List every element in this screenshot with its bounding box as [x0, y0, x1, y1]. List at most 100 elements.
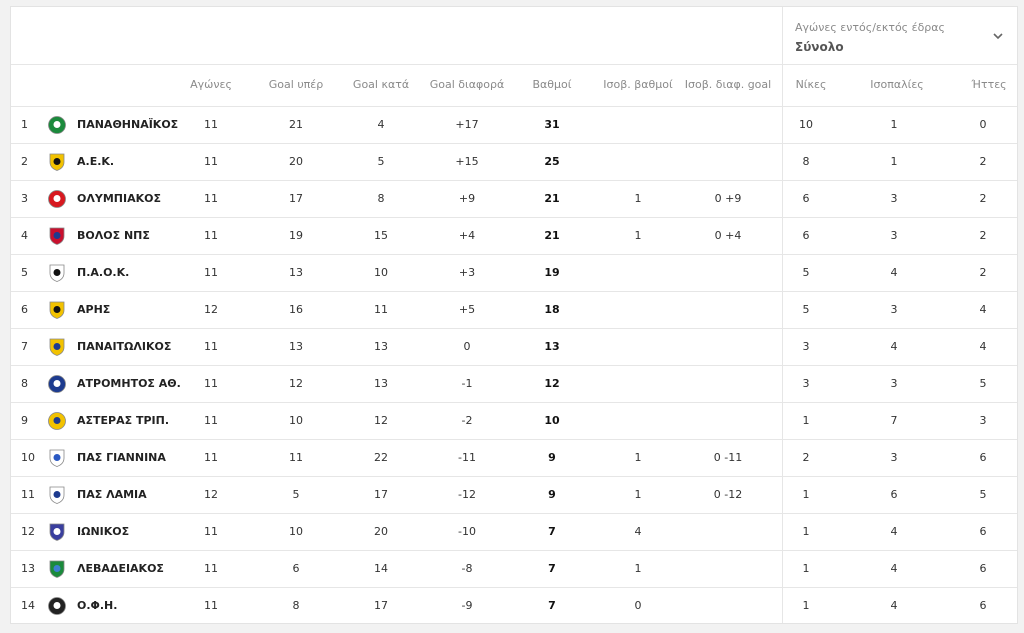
- home-away-filter[interactable]: Αγώνες εντός/εκτός έδρας Σύνολο: [795, 21, 1017, 61]
- cell-position: 12: [21, 525, 35, 538]
- table-row[interactable]: 1 ΠΑΝΑΘΗΝΑΪΚΟΣ 11 21 4 +17 31 10 1 0: [11, 107, 1017, 144]
- cell-goal-difference: +17: [455, 118, 479, 131]
- cell-position: 13: [21, 562, 35, 575]
- cell-position: 1: [21, 118, 28, 131]
- cell-h2h-points: 1: [634, 451, 642, 464]
- cell-losses: 2: [979, 229, 987, 242]
- table-row[interactable]: 9 ΑΣΤΕΡΑΣ ΤΡΙΠ. 11 10 12 -2 10 1 7 3: [11, 403, 1017, 440]
- cell-goal-difference: +9: [458, 192, 476, 205]
- cell-wins: 6: [802, 229, 810, 242]
- team-crest-icon: [49, 301, 65, 319]
- cell-goals-for: 10: [289, 414, 303, 427]
- cell-goals-against: 4: [377, 118, 385, 131]
- cell-goal-difference: 0: [463, 340, 471, 353]
- header-played[interactable]: Αγώνες: [190, 78, 232, 91]
- cell-wins: 3: [802, 377, 810, 390]
- cell-wins: 1: [802, 562, 810, 575]
- team-crest-icon: [49, 486, 65, 504]
- table-row[interactable]: 13 ΛΕΒΑΔΕΙΑΚΟΣ 11 6 14 -8 7 1 1 4 6: [11, 551, 1017, 588]
- cell-losses: 2: [979, 155, 987, 168]
- header-draws[interactable]: Ισοπαλίες: [870, 78, 923, 91]
- cell-team-name[interactable]: ΑΡΗΣ: [77, 292, 110, 327]
- cell-goals-for: 8: [292, 599, 300, 612]
- table-row[interactable]: 8 ΑΤΡΟΜΗΤΟΣ ΑΘ. 11 12 13 -1 12 3 3 5: [11, 366, 1017, 403]
- cell-team-name[interactable]: ΒΟΛΟΣ ΝΠΣ: [77, 218, 150, 253]
- cell-team-name[interactable]: ΛΕΒΑΔΕΙΑΚΟΣ: [77, 551, 164, 586]
- cell-draws: 3: [890, 377, 898, 390]
- cell-position: 4: [21, 229, 28, 242]
- table-row[interactable]: 14 Ο.Φ.Η. 11 8 17 -9 7 0 1 4 6: [11, 588, 1017, 623]
- cell-h2h-points: 1: [634, 562, 642, 575]
- header-h2h-points[interactable]: Ισοβ. βαθμοί: [603, 78, 672, 91]
- header-points[interactable]: Βαθμοί: [533, 78, 572, 91]
- team-crest-icon: [48, 190, 66, 208]
- cell-goals-for: 10: [289, 525, 303, 538]
- filter-label: Αγώνες εντός/εκτός έδρας: [795, 21, 945, 34]
- table-row[interactable]: 10 ΠΑΣ ΓΙΑΝΝΙΝΑ 11 11 22 -11 9 1 0 -11 2 3 6: [11, 440, 1017, 477]
- cell-team-name[interactable]: ΑΣΤΕΡΑΣ ΤΡΙΠ.: [77, 403, 169, 438]
- cell-goals-against: 12: [374, 414, 388, 427]
- cell-team-name[interactable]: ΙΩΝΙΚΟΣ: [77, 514, 129, 549]
- cell-team-name[interactable]: Π.Α.Ο.Κ.: [77, 255, 129, 290]
- cell-points: 9: [548, 488, 556, 501]
- cell-team-name[interactable]: Ο.Φ.Η.: [77, 588, 117, 623]
- cell-goal-difference: +15: [455, 155, 479, 168]
- cell-played: 11: [204, 377, 218, 390]
- cell-goal-difference: +3: [458, 266, 476, 279]
- cell-goal-difference: -9: [461, 599, 473, 612]
- cell-goals-against: 15: [374, 229, 388, 242]
- cell-played: 11: [204, 451, 218, 464]
- table-row[interactable]: 12 ΙΩΝΙΚΟΣ 11 10 20 -10 7 4 1 4 6: [11, 514, 1017, 551]
- cell-position: 9: [21, 414, 28, 427]
- cell-team-name[interactable]: ΠΑΝΑΘΗΝΑΪΚΟΣ: [77, 107, 178, 142]
- cell-team-name[interactable]: ΠΑΝΑΙΤΩΛΙΚΟΣ: [77, 329, 171, 364]
- cell-wins: 3: [802, 340, 810, 353]
- cell-h2h-points: 0: [634, 599, 642, 612]
- cell-points: 13: [544, 340, 560, 353]
- table-row[interactable]: 7 ΠΑΝΑΙΤΩΛΙΚΟΣ 11 13 13 0 13 3 4 4: [11, 329, 1017, 366]
- header-goals-against[interactable]: Goal κατά: [353, 78, 409, 91]
- cell-draws: 4: [890, 525, 898, 538]
- cell-position: 3: [21, 192, 28, 205]
- table-row[interactable]: 4 ΒΟΛΟΣ ΝΠΣ 11 19 15 +4 21 1 0 +4 6 3 2: [11, 218, 1017, 255]
- cell-wins: 5: [802, 303, 810, 316]
- cell-played: 11: [204, 118, 218, 131]
- cell-team-name[interactable]: Α.Ε.Κ.: [77, 144, 114, 179]
- cell-team-name[interactable]: ΠΑΣ ΛΑΜΙΑ: [77, 477, 147, 512]
- cell-goals-against: 13: [374, 340, 388, 353]
- table-row[interactable]: 5 Π.Α.Ο.Κ. 11 13 10 +3 19 5 4 2: [11, 255, 1017, 292]
- header-h2h-goal-diff[interactable]: Ισοβ. διαφ. goal: [685, 78, 771, 91]
- table-row[interactable]: 11 ΠΑΣ ΛΑΜΙΑ 12 5 17 -12 9 1 0 -12 1 6 5: [11, 477, 1017, 514]
- cell-goals-for: 12: [289, 377, 303, 390]
- team-crest-icon: [49, 523, 65, 541]
- cell-team-name[interactable]: ΠΑΣ ΓΙΑΝΝΙΝΑ: [77, 440, 166, 475]
- cell-points: 25: [544, 155, 560, 168]
- cell-goals-against: 20: [374, 525, 388, 538]
- table-row[interactable]: 3 ΟΛΥΜΠΙΑΚΟΣ 11 17 8 +9 21 1 0 +9 6 3 2: [11, 181, 1017, 218]
- cell-position: 5: [21, 266, 28, 279]
- header-losses[interactable]: Ήττες: [971, 78, 1006, 91]
- cell-losses: 4: [979, 303, 987, 316]
- header-wins[interactable]: Νίκες: [796, 78, 827, 91]
- team-crest-icon: [48, 412, 66, 430]
- cell-position: 7: [21, 340, 28, 353]
- cell-team-name[interactable]: ΟΛΥΜΠΙΑΚΟΣ: [77, 181, 161, 216]
- cell-draws: 4: [890, 599, 898, 612]
- cell-goals-against: 11: [374, 303, 388, 316]
- cell-h2h-goal-diff: 0 -12: [713, 488, 743, 501]
- cell-goals-against: 5: [377, 155, 385, 168]
- cell-losses: 3: [979, 414, 987, 427]
- cell-position: 14: [21, 599, 35, 612]
- header-goal-difference[interactable]: Goal διαφορά: [430, 78, 504, 91]
- cell-points: 7: [548, 599, 556, 612]
- cell-draws: 3: [890, 229, 898, 242]
- header-goals-for[interactable]: Goal υπέρ: [269, 78, 323, 91]
- cell-points: 10: [544, 414, 560, 427]
- cell-goal-difference: -10: [458, 525, 476, 538]
- cell-team-name[interactable]: ΑΤΡΟΜΗΤΟΣ ΑΘ.: [77, 366, 181, 401]
- chevron-down-icon[interactable]: [991, 29, 1005, 43]
- cell-h2h-points: 1: [634, 229, 642, 242]
- cell-goals-against: 22: [374, 451, 388, 464]
- table-row[interactable]: 6 ΑΡΗΣ 12 16 11 +5 18 5 3 4: [11, 292, 1017, 329]
- table-row[interactable]: 2 Α.Ε.Κ. 11 20 5 +15 25 8 1 2: [11, 144, 1017, 181]
